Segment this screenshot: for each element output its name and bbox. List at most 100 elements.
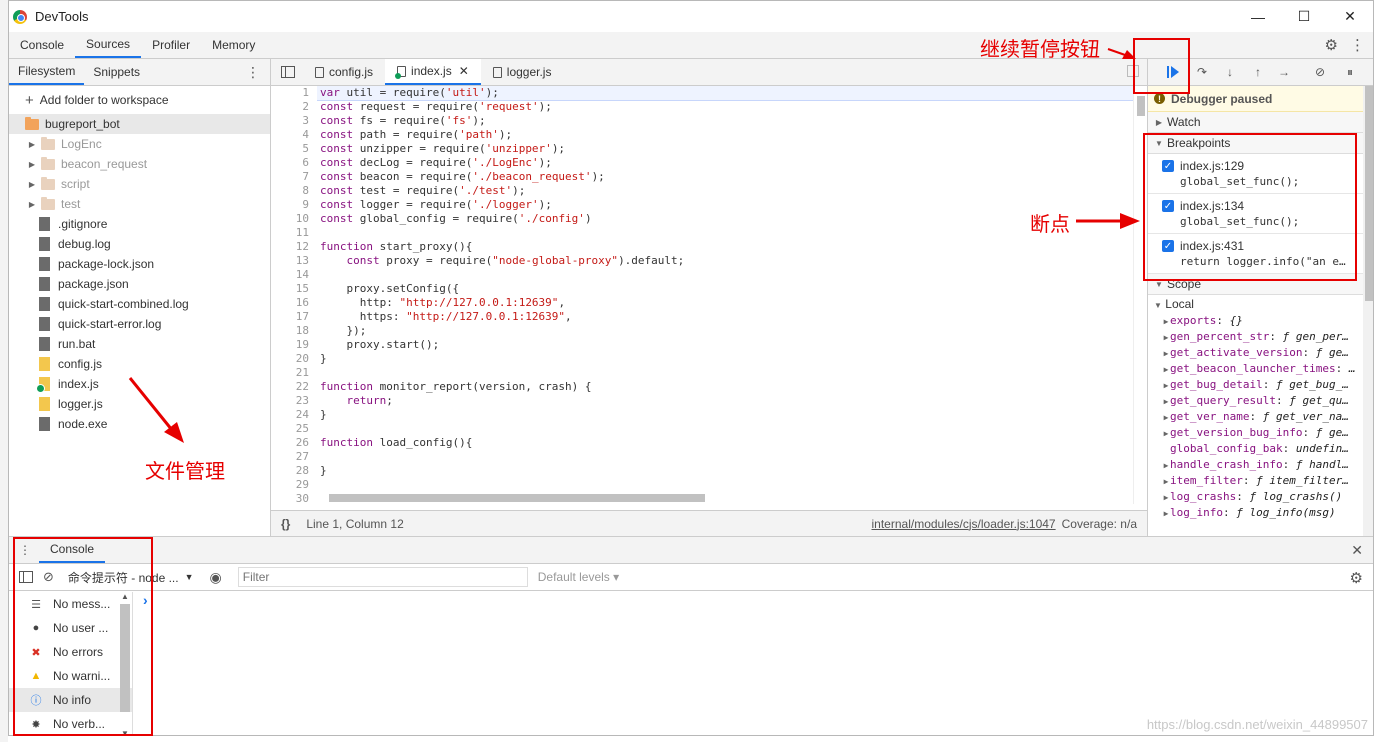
toggle-navigator-icon[interactable] (281, 66, 295, 78)
scope-property[interactable]: ▶ handle_crash_info: ƒ handl… (1148, 457, 1373, 473)
line-number[interactable]: 16 (271, 296, 317, 310)
scope-property[interactable]: ▶ get_version_bug_info: ƒ ge… (1148, 425, 1373, 441)
tree-file[interactable]: logger.js (9, 394, 270, 414)
close-icon[interactable]: ✕ (1351, 542, 1363, 559)
tab-profiler[interactable]: Profiler (141, 32, 201, 58)
code-area[interactable]: var util = require('util'); const request… (317, 86, 1133, 504)
tree-folder[interactable]: ▶ script (9, 174, 270, 194)
horizontal-scrollbar[interactable] (317, 491, 1133, 504)
line-number[interactable]: 19 (271, 338, 317, 352)
tree-root[interactable]: bugreport_bot (9, 114, 270, 134)
scope-property[interactable]: ▶ get_ver_name: ƒ get_ver_na… (1148, 409, 1373, 425)
line-number[interactable]: 23 (271, 394, 317, 408)
step-over-button[interactable]: ↷ (1194, 64, 1210, 80)
scope-property[interactable]: ▶ gen_percent_str: ƒ gen_per… (1148, 329, 1373, 345)
more-vert-icon[interactable]: ⋮ (246, 64, 260, 81)
step-button[interactable]: → (1276, 64, 1292, 80)
line-number[interactable]: 6 (271, 156, 317, 170)
line-number[interactable]: 12 (271, 240, 317, 254)
scope-property[interactable]: global_config_bak: undefin… (1148, 441, 1373, 457)
tree-file[interactable]: index.js (9, 374, 270, 394)
line-number[interactable]: 8 (271, 184, 317, 198)
tree-file[interactable]: config.js (9, 354, 270, 374)
tab-console[interactable]: Console (9, 32, 75, 58)
line-number[interactable]: 14 (271, 268, 317, 282)
tab-logger-js[interactable]: logger.js (481, 59, 564, 85)
line-number[interactable]: 2 (271, 100, 317, 114)
close-icon[interactable]: ✕ (459, 64, 469, 78)
tree-folder[interactable]: ▶ test (9, 194, 270, 214)
line-number[interactable]: 27 (271, 450, 317, 464)
code-line: const unzipper = require('unzipper'); (320, 142, 566, 155)
line-number[interactable]: 15 (271, 282, 317, 296)
tree-file[interactable]: .gitignore (9, 214, 270, 234)
scope-property[interactable]: ▶ log_crashs: ƒ log_crashs() (1148, 489, 1373, 505)
pause-on-exceptions-button[interactable]: ⏸ (1342, 64, 1358, 80)
deactivate-breakpoints-button[interactable]: ⊘ (1312, 64, 1328, 80)
tab-memory[interactable]: Memory (201, 32, 266, 58)
debugger-scrollbar[interactable] (1363, 86, 1373, 536)
add-folder-button[interactable]: + Add folder to workspace (9, 86, 270, 114)
filter-input[interactable] (237, 567, 528, 587)
tree-file[interactable]: package.json (9, 274, 270, 294)
line-number[interactable]: 3 (271, 114, 317, 128)
pretty-print-button[interactable]: {} (281, 517, 290, 531)
tab-snippets[interactable]: Snippets (84, 59, 149, 85)
code-line: proxy.setConfig({ (320, 282, 460, 295)
levels-dropdown[interactable]: Default levels ▾ (538, 570, 619, 584)
folder-icon (41, 196, 55, 210)
tree-folder[interactable]: ▶ LogEnc (9, 134, 270, 154)
tab-index-js[interactable]: index.js ✕ (385, 59, 481, 85)
scope-property[interactable]: ▶ get_activate_version: ƒ ge… (1148, 345, 1373, 361)
tab-config-js[interactable]: config.js (303, 59, 385, 85)
tab-sources[interactable]: Sources (75, 32, 142, 58)
eye-icon[interactable]: ◉ (210, 569, 222, 586)
tree-file[interactable]: quick-start-error.log (9, 314, 270, 334)
line-number[interactable]: 28 (271, 464, 317, 478)
tree-folder[interactable]: ▶ beacon_request (9, 154, 270, 174)
tab-filesystem[interactable]: Filesystem (9, 59, 85, 85)
line-number[interactable]: 7 (271, 170, 317, 184)
line-number[interactable]: 20 (271, 352, 317, 366)
line-number[interactable]: 26 (271, 436, 317, 450)
line-number[interactable]: 1 (271, 86, 317, 100)
line-number[interactable]: 30 (271, 492, 317, 504)
line-number[interactable]: 4 (271, 128, 317, 142)
line-number[interactable]: 13 (271, 254, 317, 268)
scope-property[interactable]: ▶ log_info: ƒ log_info(msg) (1148, 505, 1373, 521)
line-number[interactable]: 18 (271, 324, 317, 338)
line-number[interactable]: 29 (271, 478, 317, 492)
line-number[interactable]: 5 (271, 142, 317, 156)
tree-file[interactable]: quick-start-combined.log (9, 294, 270, 314)
close-icon[interactable]: ✕ (1327, 1, 1373, 32)
tree-file[interactable]: package-lock.json (9, 254, 270, 274)
source-link[interactable]: internal/modules/cjs/loader.js:1047 (872, 517, 1056, 531)
maximize-icon[interactable]: ☐ (1281, 1, 1327, 32)
line-number[interactable]: 21 (271, 366, 317, 380)
scope-property[interactable]: ▶ get_beacon_launcher_times: … (1148, 361, 1373, 377)
line-number[interactable]: 9 (271, 198, 317, 212)
tree-file[interactable]: debug.log (9, 234, 270, 254)
step-into-button[interactable]: ↓ (1222, 64, 1238, 80)
gear-icon[interactable]: ⚙ (1325, 36, 1338, 54)
watch-section-header[interactable]: ▶ Watch (1148, 112, 1373, 133)
line-number[interactable]: 25 (271, 422, 317, 436)
folder-icon (25, 116, 39, 130)
tree-file[interactable]: run.bat (9, 334, 270, 354)
line-number[interactable]: 11 (271, 226, 317, 240)
scope-property[interactable]: ▶ item_filter: ƒ item_filter… (1148, 473, 1373, 489)
local-scope-header[interactable]: ▼ Local (1148, 295, 1373, 313)
line-number[interactable]: 22 (271, 380, 317, 394)
scope-property[interactable]: ▶ get_bug_detail: ƒ get_bug_… (1148, 377, 1373, 393)
tree-file[interactable]: node.exe (9, 414, 270, 434)
minimize-icon[interactable]: — (1235, 1, 1281, 32)
line-number[interactable]: 10 (271, 212, 317, 226)
scope-property[interactable]: ▶ get_query_result: ƒ get_qu… (1148, 393, 1373, 409)
step-out-button[interactable]: ↑ (1250, 64, 1266, 80)
gear-icon[interactable]: ⚙ (1350, 569, 1363, 587)
more-vert-icon[interactable]: ⋮ (1350, 36, 1365, 54)
scope-property[interactable]: ▶ exports: {} (1148, 313, 1373, 329)
line-number[interactable]: 24 (271, 408, 317, 422)
line-number[interactable]: 17 (271, 310, 317, 324)
